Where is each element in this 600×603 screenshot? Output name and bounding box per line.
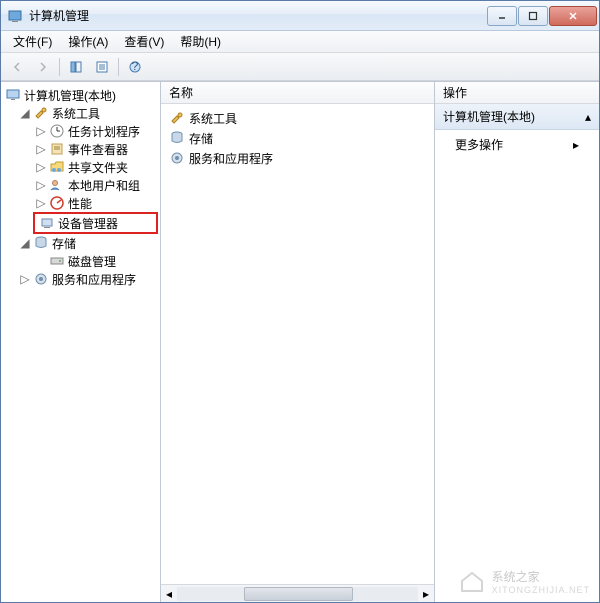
back-button (5, 56, 29, 78)
storage-icon (33, 235, 49, 251)
highlighted-annotation: 设备管理器 (33, 212, 158, 234)
menubar: 文件(F) 操作(A) 查看(V) 帮助(H) (1, 31, 599, 53)
horizontal-scrollbar[interactable]: ◂ ▸ (161, 584, 434, 602)
tree-panel[interactable]: 计算机管理(本地) ◢ 系统工具 ▷ 任务计划程序 ▷ 事件查看器 ▷ 共享文件… (1, 82, 161, 602)
expander-expand-icon[interactable]: ▷ (35, 125, 47, 137)
tree-storage[interactable]: ◢ 存储 (3, 234, 158, 252)
tree-system-tools[interactable]: ◢ 系统工具 (3, 104, 158, 122)
expander-expand-icon[interactable]: ▷ (35, 179, 47, 191)
tools-icon (33, 105, 49, 121)
users-icon (49, 177, 65, 193)
app-window: 计算机管理 文件(F) 操作(A) 查看(V) 帮助(H) ? 计算机管理(本地… (0, 0, 600, 603)
event-icon (49, 141, 65, 157)
expander-expand-icon[interactable]: ▷ (35, 197, 47, 209)
scroll-left-icon[interactable]: ◂ (161, 587, 177, 601)
collapse-icon[interactable]: ▴ (585, 110, 591, 124)
list-item[interactable]: 服务和应用程序 (165, 148, 430, 168)
list-item-label: 服务和应用程序 (189, 150, 273, 167)
column-header-name[interactable]: 名称 (161, 82, 434, 104)
performance-icon (49, 195, 65, 211)
tree-task-scheduler[interactable]: ▷ 任务计划程序 (3, 122, 158, 140)
close-button[interactable] (549, 6, 597, 26)
toolbar-separator (118, 58, 119, 76)
actions-header: 操作 (435, 82, 599, 104)
list-item-label: 系统工具 (189, 110, 237, 127)
maximize-button[interactable] (518, 6, 548, 26)
tree-disk-management[interactable]: 磁盘管理 (3, 252, 158, 270)
menu-help[interactable]: 帮助(H) (172, 31, 229, 52)
expander-expand-icon[interactable]: ▷ (19, 273, 31, 285)
expander-spacer (35, 255, 47, 267)
clock-icon (49, 123, 65, 139)
tree-device-manager[interactable]: 设备管理器 (39, 214, 152, 232)
list-item-label: 存储 (189, 130, 213, 147)
action-more[interactable]: 更多操作 ▸ (435, 130, 599, 159)
list-body[interactable]: 系统工具 存储 服务和应用程序 (161, 104, 434, 584)
storage-icon (169, 130, 185, 146)
computer-icon (5, 87, 21, 103)
menu-file[interactable]: 文件(F) (5, 31, 60, 52)
menu-action[interactable]: 操作(A) (60, 31, 116, 52)
actions-panel: 操作 计算机管理(本地) ▴ 更多操作 ▸ (435, 82, 599, 602)
expander-collapse-icon[interactable]: ◢ (19, 237, 31, 249)
tree-local-users[interactable]: ▷ 本地用户和组 (3, 176, 158, 194)
window-title: 计算机管理 (29, 7, 487, 24)
properties-button[interactable] (90, 56, 114, 78)
chevron-right-icon: ▸ (573, 138, 579, 152)
action-label: 更多操作 (455, 136, 503, 153)
disk-icon (49, 253, 65, 269)
scrollbar-track[interactable] (177, 587, 418, 601)
list-item[interactable]: 存储 (165, 128, 430, 148)
expander-expand-icon[interactable]: ▷ (35, 161, 47, 173)
tree-services-apps[interactable]: ▷ 服务和应用程序 (3, 270, 158, 288)
shared-folder-icon (49, 159, 65, 175)
list-item[interactable]: 系统工具 (165, 108, 430, 128)
action-group-label: 计算机管理(本地) (443, 108, 535, 125)
help-button[interactable]: ? (123, 56, 147, 78)
toolbar-separator (59, 58, 60, 76)
minimize-button[interactable] (487, 6, 517, 26)
device-manager-icon (39, 215, 55, 231)
list-panel: 名称 系统工具 存储 服务和应用程序 ◂ ▸ (161, 82, 435, 602)
scroll-right-icon[interactable]: ▸ (418, 587, 434, 601)
tree-root[interactable]: 计算机管理(本地) (3, 86, 158, 104)
forward-button (31, 56, 55, 78)
tree-event-viewer[interactable]: ▷ 事件查看器 (3, 140, 158, 158)
menu-view[interactable]: 查看(V) (116, 31, 172, 52)
app-icon (7, 8, 23, 24)
scrollbar-thumb[interactable] (244, 587, 352, 601)
services-icon (169, 150, 185, 166)
action-group-header[interactable]: 计算机管理(本地) ▴ (435, 104, 599, 130)
svg-text:?: ? (132, 60, 139, 73)
expander-expand-icon[interactable]: ▷ (35, 143, 47, 155)
content-area: 计算机管理(本地) ◢ 系统工具 ▷ 任务计划程序 ▷ 事件查看器 ▷ 共享文件… (1, 81, 599, 602)
toolbar: ? (1, 53, 599, 81)
tree-performance[interactable]: ▷ 性能 (3, 194, 158, 212)
titlebar[interactable]: 计算机管理 (1, 1, 599, 31)
expander-collapse-icon[interactable]: ◢ (19, 107, 31, 119)
tree-shared-folders[interactable]: ▷ 共享文件夹 (3, 158, 158, 176)
services-icon (33, 271, 49, 287)
show-hide-tree-button[interactable] (64, 56, 88, 78)
tools-icon (169, 110, 185, 126)
